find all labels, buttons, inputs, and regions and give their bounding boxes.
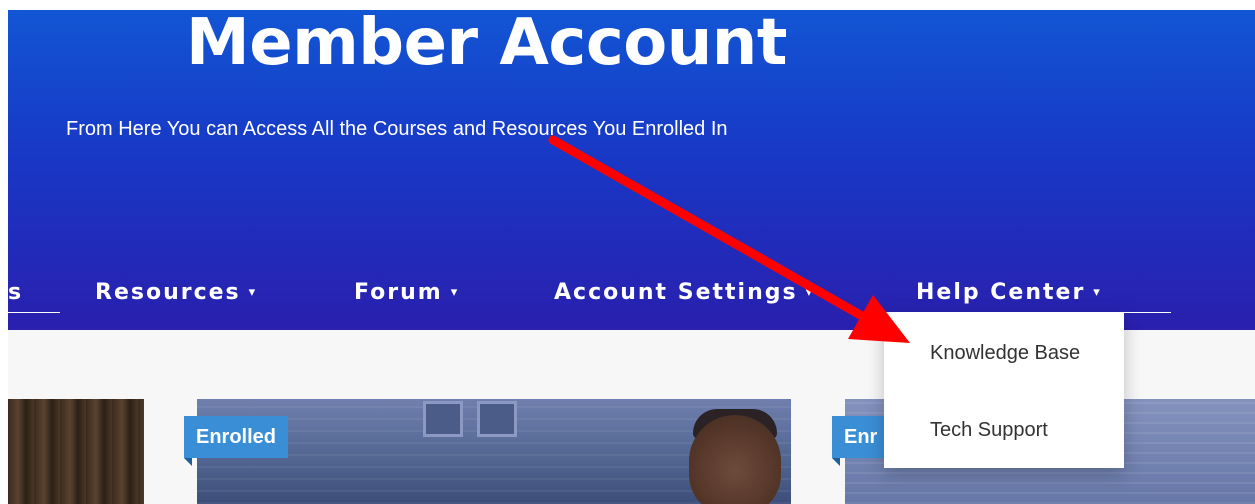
chevron-down-icon: ▾ [450, 285, 458, 300]
thumbnail-person [689, 415, 781, 504]
nav-item-label: Resources [95, 280, 241, 305]
nav-item-forum[interactable]: Forum ▾ [354, 280, 457, 305]
page-title: Member Account [186, 6, 787, 80]
nav-item-label: Account Settings [554, 280, 798, 305]
nav-item-label: Forum [354, 280, 443, 305]
dropdown-item-tech-support[interactable]: Tech Support [930, 419, 1048, 442]
dropdown-item-knowledge-base[interactable]: Knowledge Base [930, 342, 1080, 365]
chevron-down-icon: ▾ [248, 285, 256, 300]
nav-item-courses[interactable]: s [8, 280, 23, 305]
nav-item-account-settings[interactable]: Account Settings ▾ [554, 280, 812, 305]
course-card[interactable] [8, 399, 144, 504]
page-subtitle: From Here You can Access All the Courses… [66, 118, 728, 140]
chevron-down-icon: ▾ [805, 285, 813, 300]
card-thumbnail [8, 399, 144, 504]
nav-item-label: Help Center [916, 280, 1086, 305]
nav-active-underline [8, 312, 60, 313]
nav-item-resources[interactable]: Resources ▾ [95, 280, 255, 305]
nav-item-label: s [8, 280, 24, 305]
thumbnail-window [423, 401, 463, 437]
enrolled-badge: Enrolled [184, 416, 289, 466]
nav-item-help-center[interactable]: Help Center ▾ [916, 280, 1100, 305]
thumbnail-window [477, 401, 517, 437]
enrolled-badge: Enr [832, 416, 890, 466]
chevron-down-icon: ▾ [1093, 285, 1100, 300]
help-center-dropdown: Knowledge Base Tech Support [884, 312, 1124, 468]
